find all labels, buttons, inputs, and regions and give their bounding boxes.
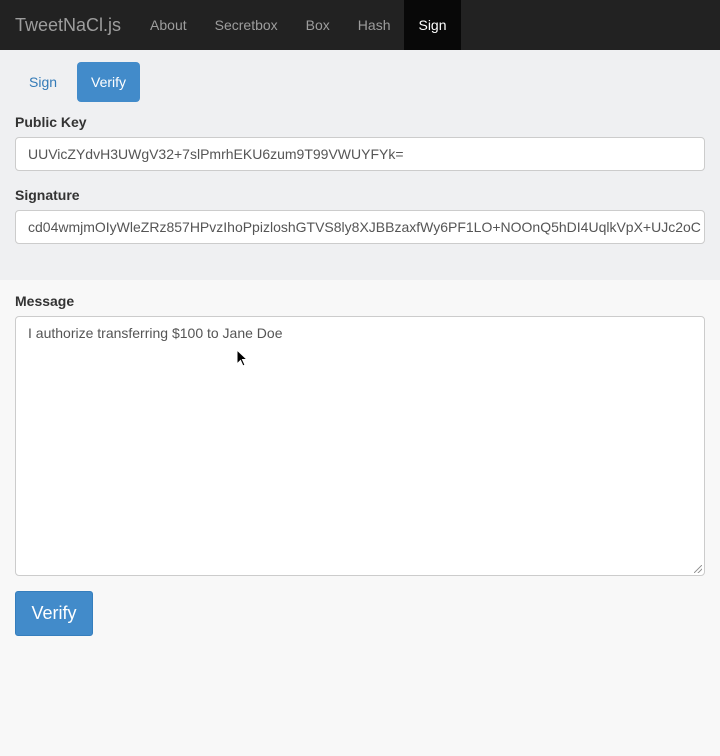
tab-verify[interactable]: Verify bbox=[77, 62, 141, 102]
nav-item-hash[interactable]: Hash bbox=[344, 0, 405, 50]
nav-item-secretbox[interactable]: Secretbox bbox=[201, 0, 292, 50]
keys-panel: Sign Verify Public Key UUVicZYdvH3UWgV32… bbox=[0, 50, 720, 280]
brand-link[interactable]: TweetNaCl.js bbox=[0, 0, 136, 50]
navbar: TweetNaCl.js About Secretbox Box Hash Si… bbox=[0, 0, 720, 50]
nav-item-box[interactable]: Box bbox=[292, 0, 344, 50]
message-label: Message bbox=[15, 293, 75, 309]
public-key-input[interactable]: UUVicZYdvH3UWgV32+7slPmrhEKU6zum9T99VWUY… bbox=[15, 137, 705, 171]
signature-group: Signature cd04wmjmOIyWleZRz857HPvzIhoPpi… bbox=[15, 187, 705, 244]
signature-input[interactable]: cd04wmjmOIyWleZRz857HPvzIhoPpizloshGTVS8… bbox=[15, 210, 705, 244]
message-text: I authorize transferring $100 to Jane Do… bbox=[28, 325, 283, 341]
nav-item-sign[interactable]: Sign bbox=[404, 0, 461, 50]
nav-item-about[interactable]: About bbox=[136, 0, 201, 50]
public-key-label: Public Key bbox=[15, 114, 87, 130]
resize-handle-icon[interactable] bbox=[694, 565, 702, 573]
message-textarea[interactable]: I authorize transferring $100 to Jane Do… bbox=[15, 316, 705, 576]
mouse-pointer-icon bbox=[236, 349, 248, 367]
public-key-group: Public Key UUVicZYdvH3UWgV32+7slPmrhEKU6… bbox=[15, 114, 705, 171]
tab-sign[interactable]: Sign bbox=[15, 62, 71, 102]
signature-label: Signature bbox=[15, 187, 80, 203]
mode-tabs: Sign Verify bbox=[15, 62, 705, 102]
message-panel: Message I authorize transferring $100 to… bbox=[0, 280, 720, 636]
verify-button[interactable]: Verify bbox=[15, 591, 93, 636]
